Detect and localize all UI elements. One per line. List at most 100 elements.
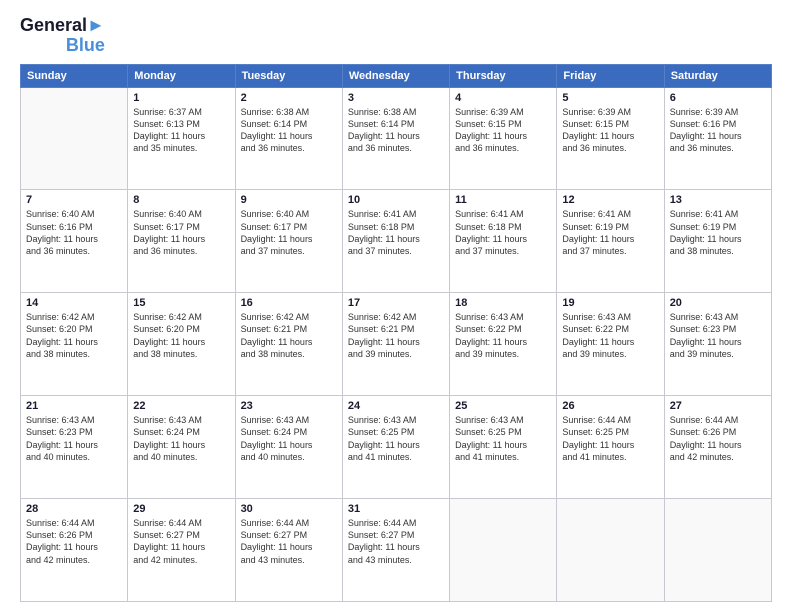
day-info: Sunrise: 6:39 AMSunset: 6:15 PMDaylight:… (455, 106, 551, 155)
calendar-cell: 25Sunrise: 6:43 AMSunset: 6:25 PMDayligh… (450, 396, 557, 499)
header-day-monday: Monday (128, 64, 235, 87)
day-number: 16 (241, 297, 337, 309)
day-info: Sunrise: 6:44 AMSunset: 6:26 PMDaylight:… (670, 414, 766, 463)
day-info: Sunrise: 6:38 AMSunset: 6:14 PMDaylight:… (241, 106, 337, 155)
day-info: Sunrise: 6:43 AMSunset: 6:23 PMDaylight:… (670, 311, 766, 360)
calendar-cell: 27 Sunrise: 6:44 AMSunset: 6:26 PMDayligh… (664, 396, 771, 499)
logo: General► Blue (20, 16, 105, 56)
calendar-cell (21, 87, 128, 190)
day-info: Sunrise: 6:37 AMSunset: 6:13 PMDaylight:… (133, 106, 229, 155)
header-day-saturday: Saturday (664, 64, 771, 87)
calendar-cell: 6 Sunrise: 6:39 AMSunset: 6:16 PMDaylight… (664, 87, 771, 190)
calendar-cell: 8 Sunrise: 6:40 AMSunset: 6:17 PMDaylight… (128, 190, 235, 293)
day-number: 29 (133, 503, 229, 515)
day-info: Sunrise: 6:38 AMSunset: 6:14 PMDaylight:… (348, 106, 444, 155)
day-number: 4 (455, 92, 551, 104)
day-number: 8 (133, 194, 229, 206)
day-info: Sunrise: 6:42 AMSunset: 6:20 PMDaylight:… (133, 311, 229, 360)
day-number: 26 (562, 400, 658, 412)
day-number: 23 (241, 400, 337, 412)
calendar-cell: 31 Sunrise: 6:44 AMSunset: 6:27 PMDayligh… (342, 499, 449, 602)
calendar-cell: 3Sunrise: 6:38 AMSunset: 6:14 PMDaylight… (342, 87, 449, 190)
day-info: Sunrise: 6:43 AMSunset: 6:25 PMDaylight:… (455, 414, 551, 463)
calendar-cell: 10 Sunrise: 6:41 AMSunset: 6:18 PMDayligh… (342, 190, 449, 293)
day-info: Sunrise: 6:41 AMSunset: 6:18 PMDaylight:… (455, 208, 551, 257)
calendar-cell: 26 Sunrise: 6:44 AMSunset: 6:25 PMDayligh… (557, 396, 664, 499)
day-number: 27 (670, 400, 766, 412)
day-info: Sunrise: 6:44 AMSunset: 6:27 PMDaylight:… (241, 517, 337, 566)
day-number: 30 (241, 503, 337, 515)
calendar-cell: 5Sunrise: 6:39 AMSunset: 6:15 PMDaylight… (557, 87, 664, 190)
calendar-cell: 13 Sunrise: 6:41 AMSunset: 6:19 PMDayligh… (664, 190, 771, 293)
calendar-week-5: 28 Sunrise: 6:44 AMSunset: 6:26 PMDayligh… (21, 499, 772, 602)
page: General► Blue SundayMondayTuesdayWednesd… (0, 0, 792, 612)
header: General► Blue (20, 16, 772, 56)
calendar-cell: 24Sunrise: 6:43 AMSunset: 6:25 PMDayligh… (342, 396, 449, 499)
calendar-cell: 7Sunrise: 6:40 AMSunset: 6:16 PMDaylight… (21, 190, 128, 293)
day-number: 10 (348, 194, 444, 206)
calendar-cell: 14Sunrise: 6:42 AMSunset: 6:20 PMDayligh… (21, 293, 128, 396)
header-day-thursday: Thursday (450, 64, 557, 87)
calendar-cell: 17Sunrise: 6:42 AMSunset: 6:21 PMDayligh… (342, 293, 449, 396)
calendar-table: SundayMondayTuesdayWednesdayThursdayFrid… (20, 64, 772, 602)
calendar-cell: 20Sunrise: 6:43 AMSunset: 6:23 PMDayligh… (664, 293, 771, 396)
day-number: 13 (670, 194, 766, 206)
header-day-tuesday: Tuesday (235, 64, 342, 87)
day-info: Sunrise: 6:42 AMSunset: 6:21 PMDaylight:… (348, 311, 444, 360)
calendar-cell: 21 Sunrise: 6:43 AMSunset: 6:23 PMDayligh… (21, 396, 128, 499)
day-number: 21 (26, 400, 122, 412)
day-number: 22 (133, 400, 229, 412)
calendar-week-2: 7Sunrise: 6:40 AMSunset: 6:16 PMDaylight… (21, 190, 772, 293)
calendar-cell (557, 499, 664, 602)
day-number: 7 (26, 194, 122, 206)
logo-line2: Blue (66, 36, 105, 56)
calendar-cell: 22 Sunrise: 6:43 AMSunset: 6:24 PMDayligh… (128, 396, 235, 499)
day-number: 11 (455, 194, 551, 206)
day-info: Sunrise: 6:39 AMSunset: 6:16 PMDaylight:… (670, 106, 766, 155)
header-day-wednesday: Wednesday (342, 64, 449, 87)
day-number: 6 (670, 92, 766, 104)
day-info: Sunrise: 6:41 AMSunset: 6:19 PMDaylight:… (670, 208, 766, 257)
day-info: Sunrise: 6:44 AMSunset: 6:27 PMDaylight:… (133, 517, 229, 566)
calendar-cell: 23 Sunrise: 6:43 AMSunset: 6:24 PMDayligh… (235, 396, 342, 499)
calendar-cell: 4 Sunrise: 6:39 AMSunset: 6:15 PMDaylight… (450, 87, 557, 190)
day-info: Sunrise: 6:44 AMSunset: 6:26 PMDaylight:… (26, 517, 122, 566)
day-number: 15 (133, 297, 229, 309)
day-info: Sunrise: 6:43 AMSunset: 6:22 PMDaylight:… (562, 311, 658, 360)
day-info: Sunrise: 6:43 AMSunset: 6:22 PMDaylight:… (455, 311, 551, 360)
calendar-cell: 2Sunrise: 6:38 AMSunset: 6:14 PMDaylight… (235, 87, 342, 190)
calendar-header-row: SundayMondayTuesdayWednesdayThursdayFrid… (21, 64, 772, 87)
day-info: Sunrise: 6:42 AMSunset: 6:20 PMDaylight:… (26, 311, 122, 360)
calendar-week-4: 21 Sunrise: 6:43 AMSunset: 6:23 PMDayligh… (21, 396, 772, 499)
day-info: Sunrise: 6:41 AMSunset: 6:19 PMDaylight:… (562, 208, 658, 257)
calendar-cell: 12 Sunrise: 6:41 AMSunset: 6:19 PMDayligh… (557, 190, 664, 293)
day-info: Sunrise: 6:44 AMSunset: 6:25 PMDaylight:… (562, 414, 658, 463)
day-info: Sunrise: 6:44 AMSunset: 6:27 PMDaylight:… (348, 517, 444, 566)
day-info: Sunrise: 6:43 AMSunset: 6:25 PMDaylight:… (348, 414, 444, 463)
calendar-cell: 29 Sunrise: 6:44 AMSunset: 6:27 PMDayligh… (128, 499, 235, 602)
calendar-week-1: 1 Sunrise: 6:37 AMSunset: 6:13 PMDaylight… (21, 87, 772, 190)
calendar-cell: 16 Sunrise: 6:42 AMSunset: 6:21 PMDayligh… (235, 293, 342, 396)
day-info: Sunrise: 6:41 AMSunset: 6:18 PMDaylight:… (348, 208, 444, 257)
day-number: 12 (562, 194, 658, 206)
calendar-cell: 11 Sunrise: 6:41 AMSunset: 6:18 PMDayligh… (450, 190, 557, 293)
day-number: 28 (26, 503, 122, 515)
day-number: 18 (455, 297, 551, 309)
day-info: Sunrise: 6:40 AMSunset: 6:17 PMDaylight:… (133, 208, 229, 257)
day-info: Sunrise: 6:43 AMSunset: 6:24 PMDaylight:… (241, 414, 337, 463)
calendar-cell: 18 Sunrise: 6:43 AMSunset: 6:22 PMDayligh… (450, 293, 557, 396)
calendar-cell: 9 Sunrise: 6:40 AMSunset: 6:17 PMDaylight… (235, 190, 342, 293)
calendar-cell: 30 Sunrise: 6:44 AMSunset: 6:27 PMDayligh… (235, 499, 342, 602)
day-info: Sunrise: 6:43 AMSunset: 6:23 PMDaylight:… (26, 414, 122, 463)
day-number: 1 (133, 92, 229, 104)
logo-line1: General► (20, 16, 105, 36)
day-number: 31 (348, 503, 444, 515)
calendar-cell (450, 499, 557, 602)
calendar-cell: 28 Sunrise: 6:44 AMSunset: 6:26 PMDayligh… (21, 499, 128, 602)
header-day-friday: Friday (557, 64, 664, 87)
day-info: Sunrise: 6:40 AMSunset: 6:17 PMDaylight:… (241, 208, 337, 257)
day-info: Sunrise: 6:43 AMSunset: 6:24 PMDaylight:… (133, 414, 229, 463)
day-info: Sunrise: 6:42 AMSunset: 6:21 PMDaylight:… (241, 311, 337, 360)
calendar-cell: 19Sunrise: 6:43 AMSunset: 6:22 PMDayligh… (557, 293, 664, 396)
day-number: 9 (241, 194, 337, 206)
